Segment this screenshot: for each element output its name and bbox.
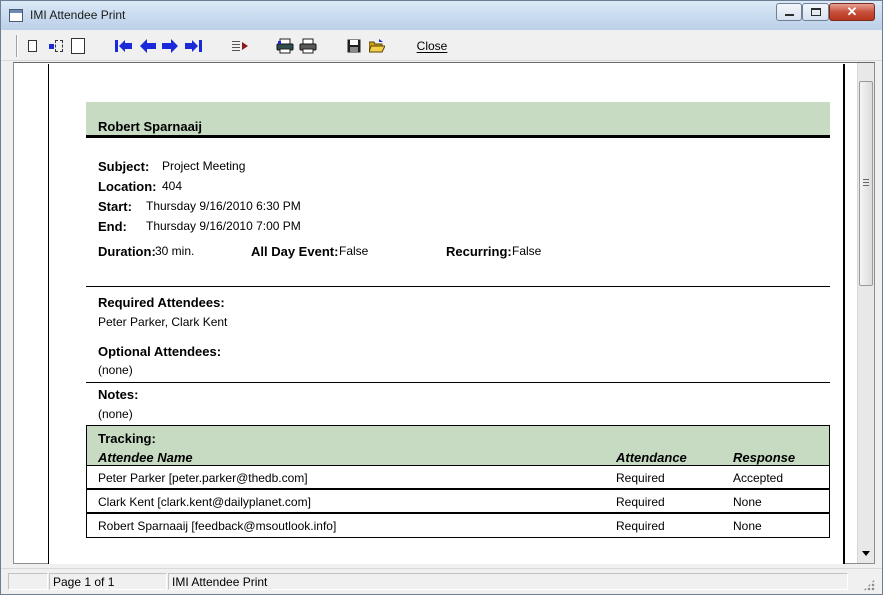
marker-icon: [48, 43, 54, 49]
organizer-header: Robert Sparnaaij: [86, 102, 830, 138]
column-header-attendance: Attendance: [616, 450, 687, 465]
folder-open-icon: [369, 39, 385, 53]
arrow-right-icon: [162, 39, 178, 53]
notes-value: (none): [98, 407, 133, 421]
status-bar: Page 1 of 1 IMI Attendee Print: [1, 568, 882, 594]
section-divider: [86, 286, 830, 287]
print-button[interactable]: [298, 37, 318, 55]
page-indicator: Page 1 of 1: [49, 573, 167, 590]
section-divider: [86, 382, 830, 383]
go-to-page-button[interactable]: [230, 37, 250, 55]
last-page-icon: [185, 40, 202, 52]
dual-page-icon: [54, 40, 63, 52]
recurring-label: Recurring:: [446, 244, 512, 259]
scroll-down-arrow-icon[interactable]: [862, 551, 870, 556]
preview-area[interactable]: Robert Sparnaaij Subject: Project Meetin…: [13, 62, 875, 564]
first-page-icon: [115, 40, 132, 52]
last-page-button[interactable]: [183, 37, 203, 55]
subject-label: Subject:: [98, 159, 150, 174]
subject-value: Project Meeting: [162, 159, 246, 173]
duration-label: Duration:: [98, 244, 156, 259]
attendance-cell: Required: [616, 519, 665, 533]
first-page-button[interactable]: [114, 37, 134, 55]
table-row: Clark Kent [clark.kent@dailyplanet.com] …: [87, 490, 829, 514]
required-attendees-label: Required Attendees:: [98, 295, 225, 310]
tracking-title: Tracking:: [98, 431, 156, 446]
arrow-left-icon: [140, 39, 156, 53]
report-page: Robert Sparnaaij Subject: Project Meetin…: [48, 64, 845, 564]
response-cell: Accepted: [733, 471, 784, 485]
title-bar[interactable]: IMI Attendee Print ✕: [1, 1, 882, 30]
status-cell-empty: [8, 573, 48, 590]
duration-value: 30 min.: [155, 244, 195, 258]
column-header-attendee: Attendee Name: [98, 450, 193, 465]
full-page-view-button[interactable]: [68, 37, 88, 55]
one-page-view-button[interactable]: [25, 37, 39, 55]
minimize-icon: [785, 14, 794, 16]
close-icon: ✕: [846, 4, 858, 19]
full-page-icon: [71, 38, 85, 54]
tracking-header: Tracking: Attendee Name Attendance Respo…: [87, 426, 829, 466]
vertical-scrollbar[interactable]: [857, 63, 874, 563]
attendance-cell: Required: [616, 495, 665, 509]
recurring-value: False: [512, 244, 542, 258]
end-label: End:: [98, 219, 127, 234]
floppy-disk-icon: [347, 39, 361, 53]
report-window: IMI Attendee Print ✕ Close Robert Sparna…: [0, 0, 883, 595]
response-cell: None: [733, 495, 762, 509]
attendee-name-cell: Peter Parker [peter.parker@thedb.com]: [98, 471, 308, 485]
end-value: Thursday 9/16/2010 7:00 PM: [146, 219, 301, 233]
optional-attendees-value: (none): [98, 363, 133, 377]
toolbar-grip-icon: [16, 35, 18, 57]
table-row: Robert Sparnaaij [feedback@msoutlook.inf…: [87, 514, 829, 537]
optional-attendees-label: Optional Attendees:: [98, 344, 222, 359]
next-page-button[interactable]: [160, 37, 180, 55]
scrollbar-thumb[interactable]: [859, 81, 873, 286]
printer-icon: [299, 38, 317, 54]
attendee-name-cell: Robert Sparnaaij [feedback@msoutlook.inf…: [98, 519, 337, 533]
response-cell: None: [733, 519, 762, 533]
single-page-icon: [27, 40, 37, 52]
previous-page-button[interactable]: [138, 37, 158, 55]
all-day-label: All Day Event:: [251, 244, 339, 259]
table-row: Peter Parker [peter.parker@thedb.com] Re…: [87, 466, 829, 490]
app-icon[interactable]: [9, 9, 23, 22]
all-day-value: False: [339, 244, 369, 258]
maximize-button[interactable]: [802, 3, 829, 21]
resize-grip-icon[interactable]: [863, 579, 875, 591]
notes-label: Notes:: [98, 387, 139, 402]
start-value: Thursday 9/16/2010 6:30 PM: [146, 199, 301, 213]
maximize-icon: [811, 8, 821, 16]
column-header-response: Response: [733, 450, 796, 465]
attendee-name-cell: Clark Kent [clark.kent@dailyplanet.com]: [98, 495, 311, 509]
window-close-button[interactable]: ✕: [829, 3, 875, 21]
save-button[interactable]: [346, 37, 362, 55]
grip-icon: [863, 179, 869, 186]
location-value: 404: [162, 179, 183, 193]
preview-toolbar: Close: [1, 30, 882, 61]
required-attendees-value: Peter Parker, Clark Kent: [98, 315, 228, 329]
close-button[interactable]: Close: [417, 37, 448, 55]
window-title: IMI Attendee Print: [30, 8, 126, 22]
go-to-page-icon: [232, 41, 248, 51]
two-page-view-button[interactable]: [44, 37, 66, 55]
open-button[interactable]: [368, 37, 386, 55]
start-label: Start:: [98, 199, 132, 214]
print-setup-icon: [276, 38, 294, 54]
status-title: IMI Attendee Print: [168, 573, 848, 590]
minimize-button[interactable]: [776, 3, 802, 21]
location-label: Location:: [98, 179, 157, 194]
tracking-table: Tracking: Attendee Name Attendance Respo…: [86, 425, 830, 538]
organizer-name: Robert Sparnaaij: [98, 119, 203, 134]
attendance-cell: Required: [616, 471, 665, 485]
print-setup-button[interactable]: [275, 37, 295, 55]
